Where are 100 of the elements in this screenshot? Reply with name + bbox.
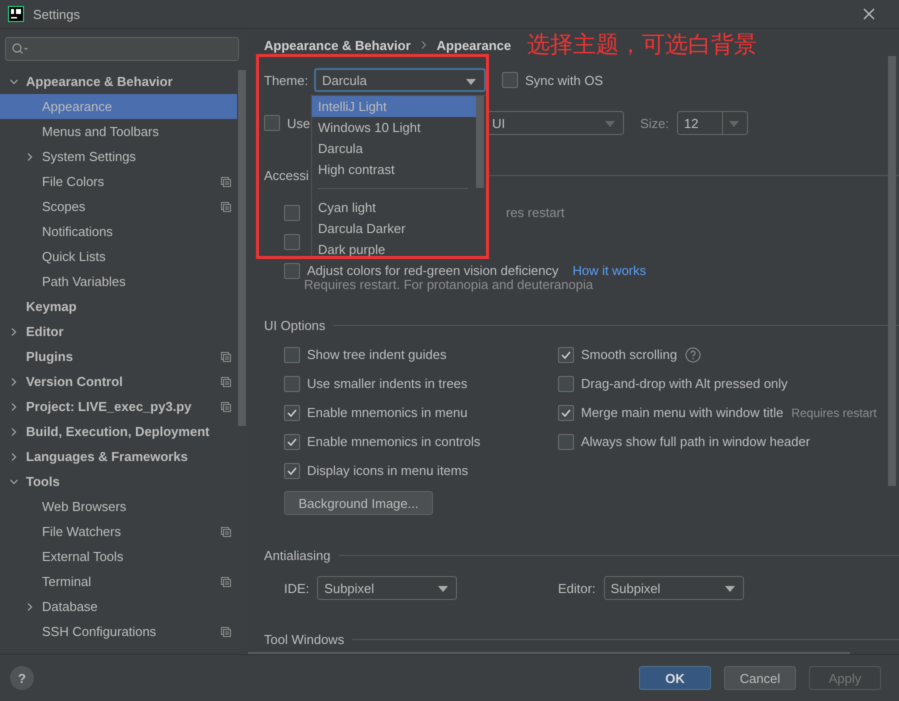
restart-note: res restart [506, 205, 565, 220]
sidebar-item[interactable]: Keymap [0, 294, 237, 319]
checkbox-label: Adjust colors for red-green vision deficiency [307, 263, 558, 278]
hint-text: Requires restart. For protanopia and deuteranopia [303, 277, 594, 293]
chevron-right-icon[interactable] [10, 403, 18, 411]
checkbox-label: Use [287, 116, 310, 130]
caret-down-icon [729, 121, 740, 127]
how-it-works-link[interactable]: How it works [572, 263, 646, 278]
sidebar-item[interactable]: Quick Lists [0, 244, 237, 269]
chevron-down-icon[interactable] [10, 78, 18, 86]
section-heading: Tool Windows [264, 632, 344, 646]
sidebar-item[interactable]: Menus and Toolbars [0, 119, 237, 144]
scrollbar[interactable] [476, 96, 484, 188]
checkbox[interactable] [558, 376, 574, 392]
checkbox[interactable] [284, 462, 300, 478]
chevron-right-icon[interactable] [10, 453, 18, 461]
section-heading: Accessi [264, 168, 309, 182]
sidebar-item[interactable]: File Colors [0, 169, 237, 194]
dropdown-option[interactable]: Windows 10 Light [312, 117, 476, 138]
checkbox-label: Sync with OS [525, 72, 604, 88]
sidebar-item[interactable]: Web Browsers [0, 494, 237, 519]
caret-down-icon [605, 121, 616, 127]
sidebar-item[interactable]: Scopes [0, 194, 237, 219]
editor-dropdown[interactable]: Subpixel [604, 576, 744, 600]
search-field[interactable] [5, 37, 239, 61]
chevron-right-icon[interactable] [26, 153, 34, 161]
breadcrumb-item: Appearance [436, 38, 512, 52]
checkbox[interactable] [558, 434, 574, 450]
chevron-right-icon[interactable] [26, 603, 34, 611]
sidebar-item[interactable]: Database [0, 594, 237, 619]
sidebar-item[interactable]: Version Control [0, 369, 237, 394]
checkbox[interactable] [502, 72, 518, 88]
sidebar-item[interactable]: Plugins [0, 344, 237, 369]
breadcrumb-item: Appearance & Behavior [264, 38, 411, 52]
checkbox-label: Enable mnemonics in controls [307, 434, 480, 449]
checkbox[interactable] [558, 346, 574, 362]
help-icon[interactable] [685, 346, 702, 362]
chevron-down-icon[interactable] [10, 478, 18, 486]
theme-dropdown[interactable]: Darcula [314, 68, 486, 92]
checkbox[interactable] [284, 404, 300, 420]
checkbox[interactable] [264, 115, 280, 131]
sidebar-item[interactable]: System Settings [0, 144, 237, 169]
caret-down-icon [466, 79, 476, 85]
checkbox-label: Use smaller indents in trees [307, 376, 468, 391]
dropdown-option[interactable]: High contrast [312, 159, 476, 180]
caret-down-icon [724, 586, 735, 592]
dropdown-option[interactable]: Cyan light [312, 197, 476, 218]
sidebar-item[interactable]: Notifications [0, 219, 237, 244]
checkbox[interactable] [284, 204, 300, 220]
caret-down-icon [438, 586, 448, 592]
checkbox-label: Drag-and-drop with Alt pressed only [581, 376, 788, 391]
sidebar-item[interactable]: External Tools [0, 544, 237, 569]
sidebar-item[interactable]: Tools [0, 469, 237, 494]
section-heading: Antialiasing [264, 548, 330, 562]
checkbox-label: Always show full path in window header [581, 434, 810, 449]
scrollbar[interactable] [238, 70, 246, 426]
section-heading: UI Options [264, 318, 326, 332]
sidebar-item[interactable]: Languages & Frameworks [0, 444, 237, 469]
restart-note: Requires restart [791, 406, 877, 420]
app-logo-icon [8, 6, 24, 22]
sidebar-item[interactable]: Terminal [0, 569, 237, 594]
checkbox[interactable] [284, 262, 300, 278]
font-dropdown[interactable]: UI [487, 111, 624, 135]
sidebar-item[interactable]: Build, Execution, Deployment [0, 419, 237, 444]
help-button[interactable]: ? [10, 666, 34, 690]
ide-dropdown[interactable]: Subpixel [317, 576, 458, 600]
chevron-right-icon[interactable] [10, 328, 18, 336]
chevron-right-icon[interactable] [10, 428, 18, 436]
checkbox[interactable] [558, 404, 574, 420]
dropdown-option[interactable]: Dark purple [312, 239, 476, 258]
field-label: Size: [640, 116, 670, 130]
checkbox[interactable] [284, 346, 300, 362]
field-label: IDE: [284, 580, 310, 596]
sidebar-item[interactable]: File Watchers [0, 519, 237, 544]
sidebar-item[interactable]: Path Variables [0, 269, 237, 294]
checkbox[interactable] [284, 234, 300, 250]
field-label: Theme: [264, 72, 308, 88]
checkbox-label: Merge main menu with window title [581, 405, 784, 420]
background-image-button[interactable]: Background Image... [284, 491, 433, 515]
sidebar-item[interactable]: Appearance & Behavior [0, 69, 237, 94]
annotation-text: 选择主题，可选白背景 [527, 30, 757, 59]
checkbox-label: Smooth scrolling [581, 347, 678, 362]
dialog-button[interactable]: OK [639, 666, 711, 690]
sidebar-item[interactable]: Project: LIVE_exec_py3.py [0, 394, 237, 419]
sidebar-item[interactable]: Editor [0, 319, 237, 344]
chevron-right-icon[interactable] [10, 378, 18, 386]
checkbox-label: Show tree indent guides [307, 347, 446, 362]
checkbox[interactable] [284, 434, 300, 450]
checkbox-label: Enable mnemonics in menu [307, 405, 468, 420]
search-icon [12, 43, 30, 55]
dropdown-option[interactable]: Darcula [312, 138, 476, 159]
sidebar-item[interactable]: SSH Configurations [0, 619, 237, 644]
size-dropdown[interactable]: 12 [677, 111, 748, 135]
dropdown-option[interactable]: Darcula Darker [312, 218, 476, 239]
chevron-right-icon [420, 41, 427, 49]
close-icon[interactable] [863, 8, 875, 20]
dialog-button[interactable]: Cancel [724, 666, 796, 690]
checkbox[interactable] [284, 376, 300, 392]
scrollbar[interactable] [888, 56, 896, 486]
field-label: Editor: [558, 580, 596, 596]
